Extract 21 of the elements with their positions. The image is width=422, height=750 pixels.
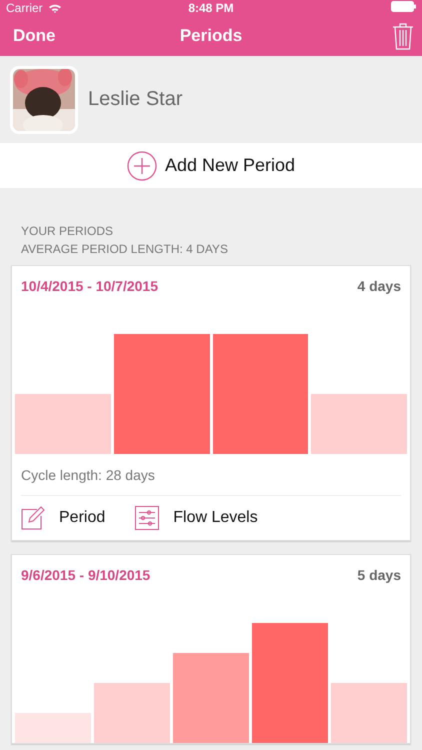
status-time: 8:48 PM bbox=[188, 1, 234, 16]
carrier-label: Carrier bbox=[6, 1, 43, 16]
flow-levels-button[interactable]: Flow Levels bbox=[135, 506, 258, 530]
plus-circle-icon bbox=[126, 150, 157, 180]
date-range: 9/6/2015 - 9/10/2015 bbox=[21, 567, 150, 583]
section-subtitle: AVERAGE PERIOD LENGTH: 4 DAYS bbox=[20, 241, 229, 258]
cycle-length: Cycle length: 28 days bbox=[21, 454, 401, 496]
done-button[interactable]: Done bbox=[13, 26, 56, 46]
battery-icon bbox=[391, 1, 416, 12]
period-length: 5 days bbox=[357, 567, 401, 583]
section-title: YOUR PERIODS bbox=[20, 223, 114, 240]
trash-icon bbox=[392, 22, 414, 50]
date-range: 10/4/2015 - 10/7/2015 bbox=[21, 278, 158, 294]
period-length: 4 days bbox=[357, 278, 401, 294]
pencil-icon bbox=[21, 506, 45, 530]
profile-name: Leslie Star bbox=[88, 88, 182, 111]
sliders-icon bbox=[135, 506, 160, 530]
nav-title: Periods bbox=[180, 26, 242, 46]
wifi-icon bbox=[48, 3, 62, 14]
edit-period-button[interactable]: Period bbox=[21, 506, 106, 530]
delete-button[interactable] bbox=[392, 22, 414, 50]
